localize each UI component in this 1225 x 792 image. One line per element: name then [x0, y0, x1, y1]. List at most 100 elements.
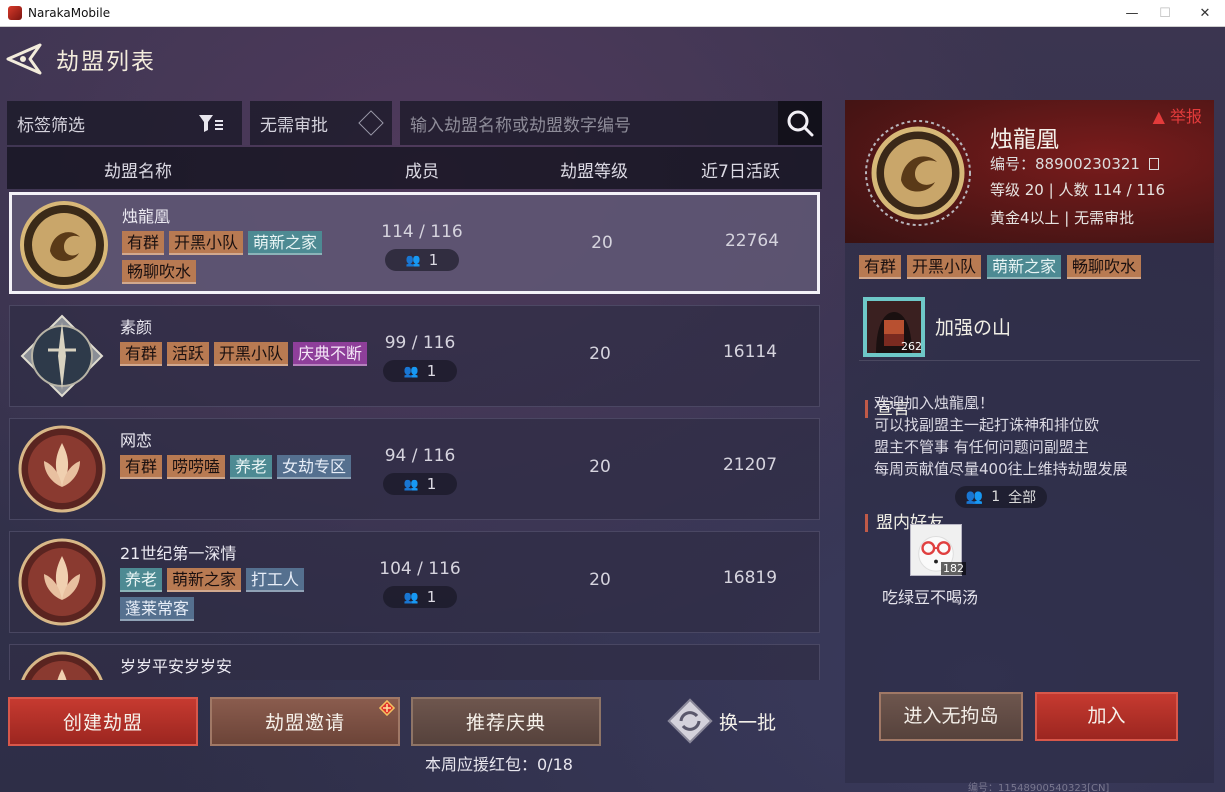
alliance-invite-label: 劫盟邀请 [264, 712, 345, 734]
alliance-emblem-icon [20, 201, 108, 289]
alliance-emblem-icon [18, 312, 106, 400]
friend-level: 182 [941, 562, 966, 575]
alliance-name: 21世纪第一深情 [120, 544, 237, 563]
dragon-emblem-icon [865, 120, 971, 226]
friend-name: 吃绿豆不喝汤 [882, 588, 979, 607]
friends-in-alliance: 👥 1 [385, 249, 459, 271]
enter-island-button[interactable]: 进入无拘岛 [879, 692, 1023, 741]
alliance-emblem-icon [18, 538, 106, 626]
refresh-batch-button[interactable]: 换一批 [665, 697, 815, 745]
list-header: 劫盟名称 成员 劫盟等级 近7日活跃 [7, 147, 822, 189]
alliance-list[interactable]: 烛龍凰 有群 开黑小队 萌新之家 畅聊吹水 114 / 116 👥 1 20 22764 素颜 有群活… [7, 192, 822, 680]
friends-all-label: 全部 [1008, 490, 1037, 506]
recommend-celebration-button[interactable]: 推荐庆典 [411, 697, 601, 746]
close-button[interactable]: ✕ [1185, 0, 1225, 27]
alliance-tag: 女劫专区 [277, 455, 352, 479]
back-arrow-icon[interactable] [4, 43, 42, 75]
alliance-tag: 唠唠嗑 [167, 455, 226, 479]
alliance-row[interactable]: 网恋 有群 唠唠嗑 养老 女劫专区 94 / 116 👥 1 20 21207 [9, 418, 820, 520]
search-input[interactable]: 输入劫盟名称或劫盟数字编号 [400, 101, 778, 145]
declaration-text: 欢迎加入烛龍凰！ 可以找副盟主一起打诛神和排位欧 盟主不管事 有任何问题问副盟主 每周… [874, 392, 1128, 480]
detail-requirement: 黄金4以上 | 无需审批 [990, 209, 1135, 227]
join-button[interactable]: 加入 [1035, 692, 1178, 741]
alliance-tag: 畅聊吹水 [122, 260, 197, 284]
alliance-tag: 养老 [120, 568, 163, 592]
alliance-name: 烛龍凰 [122, 207, 171, 226]
tag-filter-label: 标签筛选 [17, 115, 85, 136]
friends-in-alliance: 👥 1 [383, 360, 457, 382]
friends-count: 1 [991, 489, 1001, 505]
alliance-name: 素颜 [120, 318, 153, 337]
friends-icon: 👥 [403, 364, 419, 378]
alliance-tags: 有群 唠唠嗑 养老 女劫专区 [120, 455, 370, 479]
report-label: 举报 [1169, 107, 1202, 126]
no-approval-label: 无需审批 [260, 115, 328, 136]
alliance-row[interactable]: 21世纪第一深情 养老 萌新之家 打工人 蓬莱常客 104 / 116 👥 1 20 16819 [9, 531, 820, 633]
alliance-name: 岁岁平安岁岁安 [120, 657, 233, 676]
weekly-red-packet: 本周应援红包：0/18 [425, 755, 573, 774]
detail-tag: 有群 [859, 255, 902, 279]
alliance-activity: 16114 [722, 342, 778, 362]
alliance-invite-button[interactable]: 劫盟邀请 [210, 697, 400, 746]
detail-id-text: 编号：88900230321 [990, 155, 1140, 173]
alliance-emblem-icon [18, 425, 106, 513]
alliance-activity: 16819 [722, 568, 778, 588]
detail-tag: 开黑小队 [907, 255, 982, 279]
declaration-line: 可以找副盟主一起打诛神和排位欧 [874, 416, 1100, 434]
copy-icon[interactable] [1148, 158, 1159, 170]
friends-count-pill[interactable]: 👥 1 全部 [955, 486, 1047, 508]
friends-icon: 👥 [405, 253, 421, 267]
alliance-level: 20 [591, 233, 613, 253]
alliance-members: 99 / 116 [384, 333, 456, 353]
app-icon [8, 6, 22, 20]
alliance-row[interactable]: 素颜 有群 活跃 开黑小队 庆典不断 99 / 116 👥 1 20 16114 [9, 305, 820, 407]
checkbox-diamond-icon [358, 110, 384, 136]
alliance-tag: 蓬莱常客 [120, 597, 195, 621]
alliance-tag: 有群 [120, 455, 163, 479]
search-icon[interactable] [778, 101, 822, 145]
report-button[interactable]: ▲ 举报 [1153, 103, 1202, 127]
friends-in-alliance: 👥 1 [383, 473, 457, 495]
leader-name: 加强の山 [935, 317, 1012, 339]
alliance-tag: 萌新之家 [167, 568, 242, 592]
alliance-row[interactable]: 岁岁平安岁岁安 [9, 644, 820, 680]
alliance-activity: 21207 [722, 455, 778, 475]
friends-count: 1 [426, 588, 437, 606]
alliance-tags: 有群 活跃 开黑小队 庆典不断 [120, 342, 370, 366]
detail-tag: 萌新之家 [987, 255, 1062, 279]
alliance-level: 20 [589, 344, 611, 364]
alliance-tag: 打工人 [246, 568, 305, 592]
friends-count: 1 [426, 362, 437, 380]
leader-card[interactable]: 262 加强の山 [859, 289, 1200, 361]
alliance-level: 20 [589, 570, 611, 590]
create-alliance-button[interactable]: 创建劫盟 [8, 697, 198, 746]
search-placeholder: 输入劫盟名称或劫盟数字编号 [410, 115, 631, 136]
header-level: 劫盟等级 [560, 162, 628, 182]
alliance-tag: 开黑小队 [214, 342, 289, 366]
alliance-members: 114 / 116 [381, 222, 463, 242]
detail-alliance-name: 烛龍凰 [990, 127, 1059, 153]
detail-alliance-id: 编号：88900230321 [990, 153, 1159, 174]
alliance-tag: 庆典不断 [293, 342, 368, 366]
declaration-line: 盟主不管事 有任何问题问副盟主 [874, 438, 1089, 456]
no-approval-toggle[interactable]: 无需审批 [250, 101, 392, 145]
friends-count: 1 [428, 251, 439, 269]
game-screen: 劫盟列表 标签筛选 无需审批 输入劫盟名称或劫盟数字编号 劫盟名称 成员 劫盟等… [0, 27, 1225, 792]
notification-badge-icon [379, 700, 395, 716]
tag-filter-dropdown[interactable]: 标签筛选 [7, 101, 242, 145]
alliance-tag: 活跃 [167, 342, 210, 366]
window-title: NarakaMobile [28, 6, 111, 20]
detail-tag: 畅聊吹水 [1067, 255, 1142, 279]
alliance-emblem-icon [18, 651, 106, 680]
friends-icon: 👥 [965, 489, 984, 505]
detail-level-members: 等级 20 | 人数 114 / 116 [990, 181, 1166, 199]
page-title: 劫盟列表 [56, 49, 156, 75]
maximize-button[interactable]: ☐ [1145, 0, 1185, 27]
alliance-tag: 萌新之家 [248, 231, 323, 255]
alliance-name: 网恋 [120, 431, 153, 450]
friends-count: 1 [426, 475, 437, 493]
alliance-row[interactable]: 烛龍凰 有群 开黑小队 萌新之家 畅聊吹水 114 / 116 👥 1 20 22764 [9, 192, 820, 294]
alliance-tag: 开黑小队 [169, 231, 244, 255]
alliance-tags: 有群 开黑小队 萌新之家 畅聊吹水 [122, 231, 372, 284]
friends-icon: 👥 [403, 477, 419, 491]
